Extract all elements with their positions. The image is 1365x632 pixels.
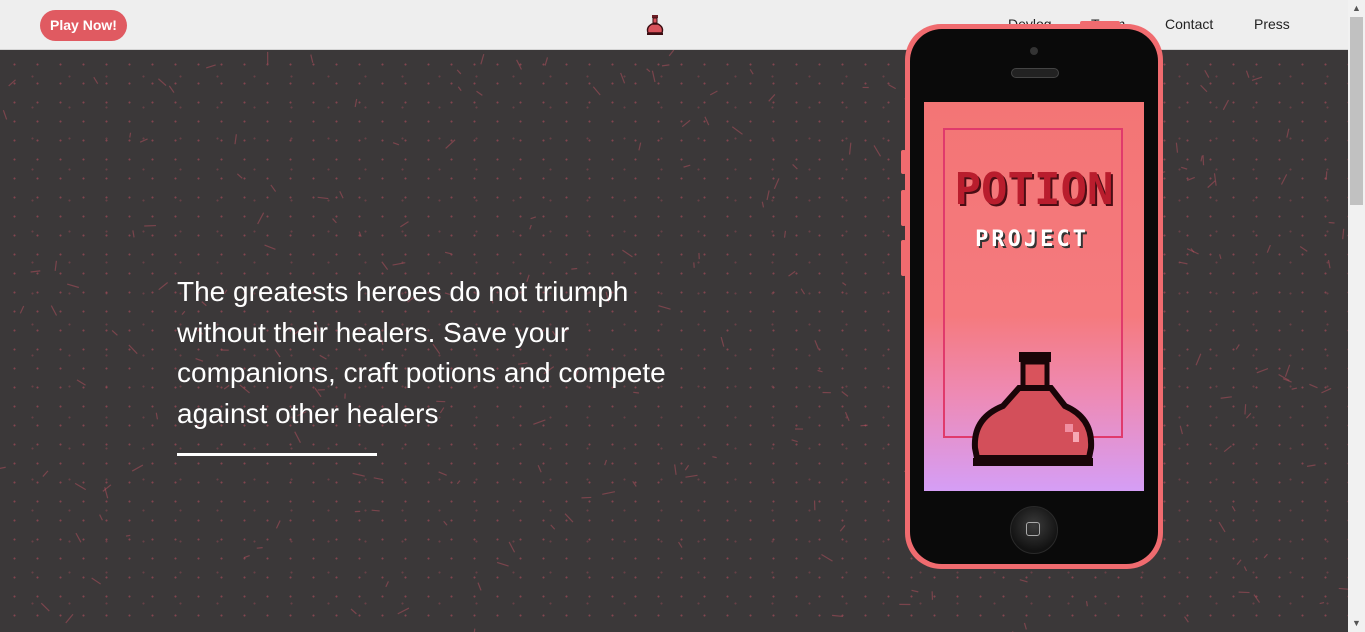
play-now-button[interactable]: Play Now! xyxy=(40,10,127,41)
phone-speaker xyxy=(1011,68,1059,78)
phone-home-button xyxy=(1010,506,1058,554)
phone-screen: POTION PROJECT xyxy=(924,102,1144,491)
tagline-divider xyxy=(177,453,377,456)
nav-link-press[interactable]: Press xyxy=(1254,16,1290,32)
vertical-scrollbar[interactable]: ▲ ▼ xyxy=(1348,0,1365,632)
hero-tagline: The greatests heroes do not triumph with… xyxy=(177,276,666,429)
scrollbar-thumb[interactable] xyxy=(1350,17,1363,205)
nav-link-contact[interactable]: Contact xyxy=(1165,16,1213,32)
game-subtitle: PROJECT xyxy=(975,227,1089,252)
phone-camera xyxy=(1030,47,1038,55)
game-title: POTION xyxy=(954,164,1114,215)
scroll-down-arrow-icon[interactable]: ▼ xyxy=(1348,615,1365,632)
potion-flask-icon[interactable] xyxy=(643,13,667,37)
home-square-icon xyxy=(1026,522,1040,536)
scroll-up-arrow-icon[interactable]: ▲ xyxy=(1348,0,1365,17)
potion-flask-icon xyxy=(971,352,1095,466)
